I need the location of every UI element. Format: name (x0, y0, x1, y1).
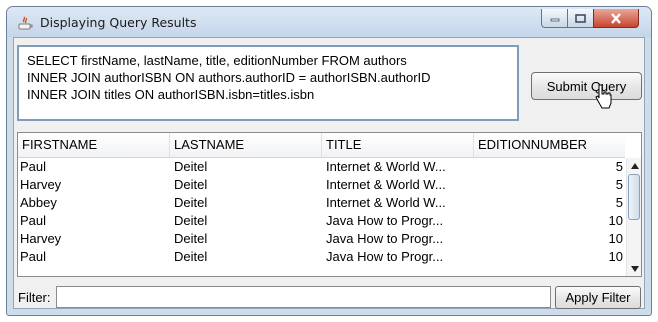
cell-lastname: Deitel (174, 159, 208, 174)
cell-lastname: Deitel (174, 195, 208, 210)
cell-title: Internet & World W... (326, 195, 446, 210)
table-row[interactable]: Harvey Deitel Java How to Progr... 10 (18, 230, 625, 248)
cell-firstname: Paul (20, 213, 47, 228)
cell-firstname: Harvey (20, 177, 62, 192)
scroll-down-button[interactable] (627, 261, 642, 276)
cell-title: Java How to Progr... (326, 249, 444, 264)
table-row[interactable]: Abbey Deitel Internet & World W... 5 (18, 194, 625, 212)
cell-lastname: Deitel (174, 177, 208, 192)
column-header-firstname[interactable]: FIRSTNAME (18, 133, 170, 157)
cell-editionnumber: 10 (608, 213, 623, 228)
query-results-window: Displaying Query Results SELECT firstNam… (6, 6, 652, 316)
cell-title: Internet & World W... (326, 177, 446, 192)
filter-input[interactable] (56, 286, 551, 308)
cell-lastname: Deitel (174, 249, 208, 264)
table-row[interactable]: Harvey Deitel Internet & World W... 5 (18, 176, 625, 194)
apply-filter-button[interactable]: Apply Filter (555, 286, 641, 309)
table-row[interactable]: Paul Deitel Internet & World W... 5 (18, 158, 625, 176)
cell-editionnumber: 10 (608, 231, 623, 246)
table-header: FIRSTNAME LASTNAME TITLE EDITIONNUMBER (18, 133, 625, 158)
cell-title: Internet & World W... (326, 159, 446, 174)
cell-editionnumber: 5 (615, 159, 623, 174)
cell-firstname: Paul (20, 159, 47, 174)
cell-title: Java How to Progr... (326, 213, 444, 228)
results-table: FIRSTNAME LASTNAME TITLE EDITIONNUMBER P… (17, 132, 642, 277)
cell-lastname: Deitel (174, 213, 208, 228)
scrollbar-thumb[interactable] (628, 174, 640, 220)
minimize-icon (550, 18, 559, 22)
content-pane: SELECT firstName, lastName, title, editi… (13, 37, 645, 309)
close-icon (611, 12, 621, 24)
cell-editionnumber: 10 (608, 249, 623, 264)
table-row[interactable]: Paul Deitel Java How to Progr... 10 (18, 248, 625, 266)
window-title: Displaying Query Results (40, 15, 197, 30)
filter-label: Filter: (18, 290, 51, 305)
minimize-button[interactable] (541, 9, 568, 28)
scroll-down-icon (630, 265, 639, 272)
cell-editionnumber: 5 (615, 177, 623, 192)
maximize-button[interactable] (567, 9, 594, 28)
table-row[interactable]: Paul Deitel Java How to Progr... 10 (18, 212, 625, 230)
close-button[interactable] (593, 9, 639, 28)
column-header-title[interactable]: TITLE (322, 133, 474, 157)
java-app-icon (18, 16, 33, 30)
maximize-icon (575, 13, 586, 23)
scroll-up-icon (630, 162, 639, 169)
cell-firstname: Harvey (20, 231, 62, 246)
column-header-editionnumber[interactable]: EDITIONNUMBER (474, 133, 625, 157)
cell-firstname: Paul (20, 249, 47, 264)
vertical-scrollbar[interactable] (626, 158, 641, 276)
column-header-lastname[interactable]: LASTNAME (170, 133, 322, 157)
submit-query-button[interactable]: Submit Query (531, 72, 642, 100)
cell-firstname: Abbey (20, 195, 57, 210)
table-body: Paul Deitel Internet & World W... 5 Harv… (18, 158, 625, 276)
cell-editionnumber: 5 (615, 195, 623, 210)
pointer-cursor-icon (595, 84, 612, 109)
scroll-up-button[interactable] (627, 158, 642, 173)
title-bar[interactable]: Displaying Query Results (7, 7, 651, 37)
cell-title: Java How to Progr... (326, 231, 444, 246)
cell-lastname: Deitel (174, 231, 208, 246)
query-text-area[interactable]: SELECT firstName, lastName, title, editi… (17, 45, 519, 121)
